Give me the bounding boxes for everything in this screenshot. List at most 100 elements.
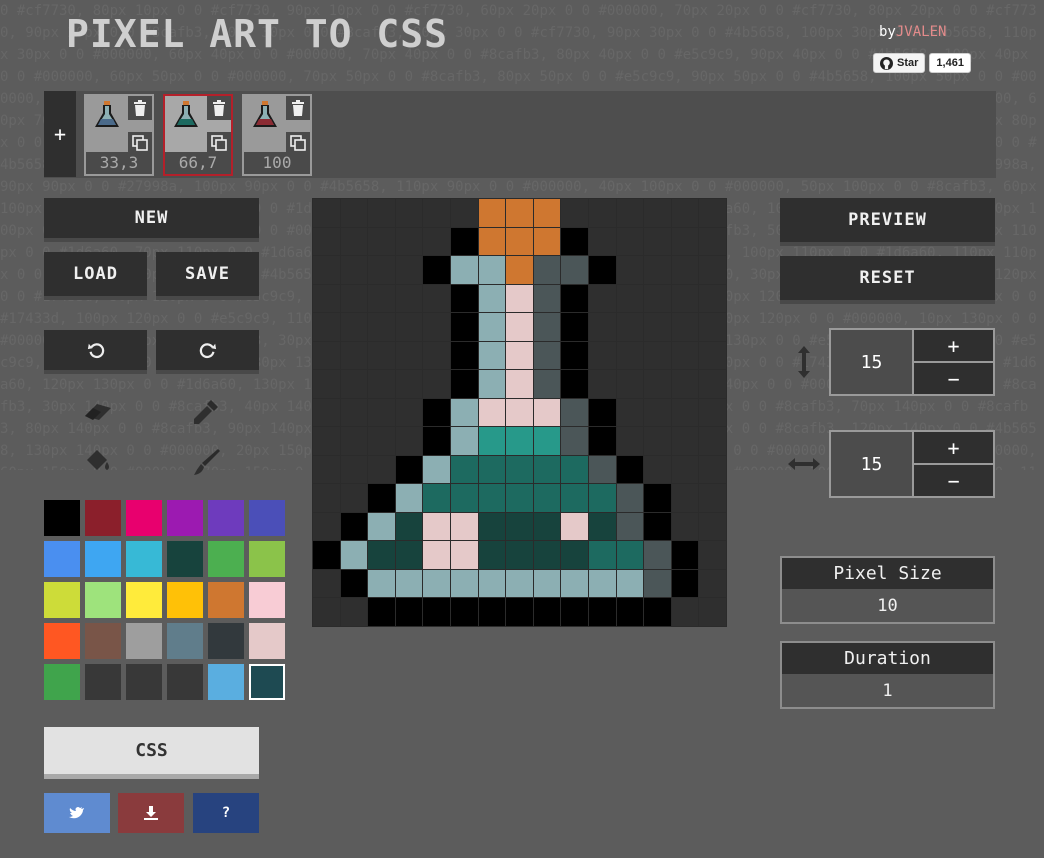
pixel-cell[interactable] — [423, 427, 450, 455]
color-swatch[interactable] — [126, 500, 162, 536]
pixel-cell[interactable] — [368, 398, 395, 427]
pixel-cell[interactable] — [340, 427, 368, 455]
pixel-cell[interactable] — [478, 598, 506, 626]
frame-3[interactable]: 100 — [242, 94, 312, 176]
pixel-cell[interactable] — [671, 313, 699, 341]
pixel-cell[interactable] — [368, 598, 395, 626]
pixel-cell[interactable] — [589, 341, 616, 370]
pixel-cell[interactable] — [478, 284, 506, 313]
pixel-cell[interactable] — [340, 227, 368, 256]
pixel-cell[interactable] — [506, 256, 533, 284]
pixel-cell[interactable] — [699, 512, 726, 541]
pixel-cell[interactable] — [340, 284, 368, 313]
pixel-cell[interactable] — [506, 284, 533, 313]
pixel-cell[interactable] — [699, 341, 726, 370]
pixel-cell[interactable] — [340, 598, 368, 626]
pixel-cell[interactable] — [644, 370, 671, 398]
color-swatch[interactable] — [208, 500, 244, 536]
pixel-cell[interactable] — [368, 512, 395, 541]
pixel-cell[interactable] — [340, 313, 368, 341]
pixel-cell[interactable] — [368, 199, 395, 227]
pixel-cell[interactable] — [451, 199, 478, 227]
pixel-cell[interactable] — [451, 541, 478, 569]
delete-frame-button[interactable] — [207, 96, 231, 120]
pixel-cell[interactable] — [533, 313, 561, 341]
pixel-cell[interactable] — [644, 199, 671, 227]
color-swatch[interactable] — [249, 623, 285, 659]
github-star-count[interactable]: 1,461 — [929, 53, 971, 73]
pixel-cell[interactable] — [533, 512, 561, 541]
color-swatch[interactable] — [85, 500, 121, 536]
pixel-cell[interactable] — [561, 569, 588, 598]
pixel-cell[interactable] — [671, 484, 699, 512]
pixel-cell[interactable] — [313, 484, 340, 512]
pixel-cell[interactable] — [589, 484, 616, 512]
pixel-cell[interactable] — [671, 370, 699, 398]
pixel-cell[interactable] — [644, 541, 671, 569]
download-button[interactable] — [118, 793, 184, 833]
pixel-cell[interactable] — [616, 199, 644, 227]
color-swatch[interactable] — [85, 623, 121, 659]
pixel-cell[interactable] — [644, 455, 671, 484]
width-decrease-button[interactable]: − — [914, 463, 993, 496]
color-swatch[interactable] — [126, 623, 162, 659]
pixel-cell[interactable] — [340, 484, 368, 512]
save-button[interactable]: SAVE — [156, 252, 259, 300]
pixel-cell[interactable] — [671, 569, 699, 598]
color-swatch[interactable] — [126, 664, 162, 700]
pixel-cell[interactable] — [589, 541, 616, 569]
color-swatch[interactable] — [249, 500, 285, 536]
pixel-cell[interactable] — [533, 199, 561, 227]
color-swatch[interactable] — [208, 541, 244, 577]
pixel-cell[interactable] — [616, 370, 644, 398]
pixel-cell[interactable] — [644, 284, 671, 313]
pixel-cell[interactable] — [451, 227, 478, 256]
pixel-cell[interactable] — [478, 341, 506, 370]
color-swatch[interactable] — [167, 582, 203, 618]
pixel-cell[interactable] — [368, 313, 395, 341]
pixel-cell[interactable] — [533, 484, 561, 512]
pixel-cell[interactable] — [395, 370, 423, 398]
pixel-cell[interactable] — [478, 484, 506, 512]
pixel-cell[interactable] — [589, 455, 616, 484]
pixel-cell[interactable] — [561, 284, 588, 313]
pixel-cell[interactable] — [423, 598, 450, 626]
pixel-cell[interactable] — [340, 455, 368, 484]
color-swatch[interactable] — [44, 500, 80, 536]
pixel-cell[interactable] — [506, 484, 533, 512]
pixel-cell[interactable] — [478, 541, 506, 569]
pixel-cell[interactable] — [451, 256, 478, 284]
color-swatch[interactable] — [208, 582, 244, 618]
pixel-cell[interactable] — [368, 227, 395, 256]
pixel-cell[interactable] — [478, 569, 506, 598]
pixel-cell[interactable] — [533, 455, 561, 484]
pixel-cell[interactable] — [451, 398, 478, 427]
pixel-cell[interactable] — [313, 341, 340, 370]
height-decrease-button[interactable]: − — [914, 361, 993, 394]
pixel-cell[interactable] — [395, 455, 423, 484]
pixel-cell[interactable] — [368, 341, 395, 370]
pixel-cell[interactable] — [644, 512, 671, 541]
pixel-cell[interactable] — [478, 199, 506, 227]
pixel-cell[interactable] — [340, 541, 368, 569]
pixel-cell[interactable] — [340, 199, 368, 227]
pixel-cell[interactable] — [313, 398, 340, 427]
pixel-cell[interactable] — [423, 227, 450, 256]
pixel-cell[interactable] — [451, 484, 478, 512]
pixel-cell[interactable] — [368, 484, 395, 512]
pixel-cell[interactable] — [451, 569, 478, 598]
duration-input[interactable]: 1 — [782, 674, 993, 707]
pixel-cell[interactable] — [533, 370, 561, 398]
pixel-cell[interactable] — [395, 598, 423, 626]
pixel-cell[interactable] — [395, 398, 423, 427]
pixel-cell[interactable] — [368, 256, 395, 284]
color-swatch[interactable] — [85, 541, 121, 577]
width-increase-button[interactable]: + — [914, 432, 993, 463]
pixel-cell[interactable] — [506, 541, 533, 569]
pixel-cell[interactable] — [423, 569, 450, 598]
pixel-cell[interactable] — [589, 256, 616, 284]
color-swatch[interactable] — [167, 664, 203, 700]
pixel-cell[interactable] — [506, 598, 533, 626]
pixel-cell[interactable] — [506, 512, 533, 541]
pixel-cell[interactable] — [478, 370, 506, 398]
